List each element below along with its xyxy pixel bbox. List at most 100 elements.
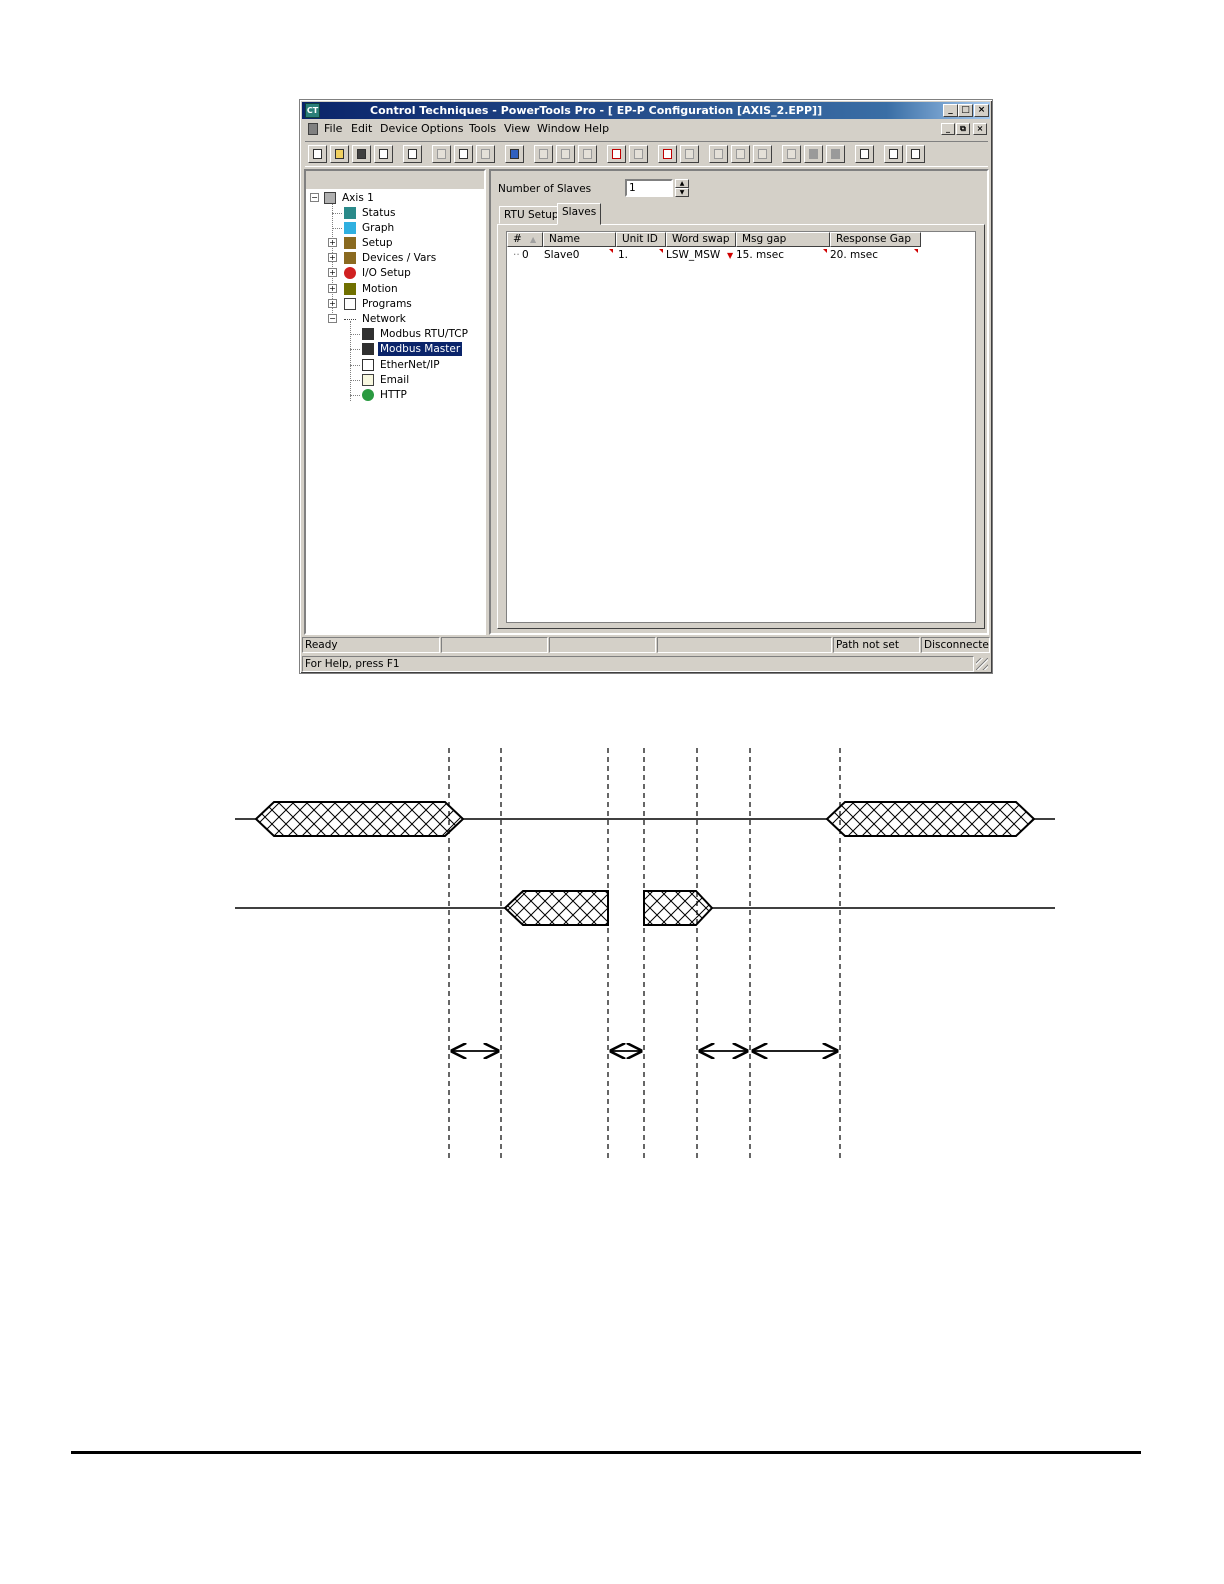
status-pane-empty [657, 637, 832, 653]
remove-button[interactable] [556, 145, 575, 163]
run-button[interactable] [826, 145, 845, 163]
insert-button[interactable] [534, 145, 553, 163]
tab-slaves[interactable]: Slaves [557, 203, 602, 225]
menu-window[interactable]: Window [537, 120, 580, 138]
tree-connector [350, 334, 360, 335]
spin-up-icon[interactable]: ▲ [675, 179, 689, 188]
expand-icon[interactable]: + [328, 284, 337, 293]
tree-label: HTTP [380, 389, 407, 401]
status-pane-empty [549, 637, 656, 653]
watch-button[interactable] [731, 145, 750, 163]
expand-icon[interactable]: + [328, 253, 337, 262]
save-icon [357, 149, 366, 159]
upload-button[interactable] [432, 145, 451, 163]
add-item-button[interactable] [607, 145, 626, 163]
collapse-icon[interactable]: − [310, 193, 319, 202]
menu-edit[interactable]: Edit [351, 120, 372, 138]
dropdown-arrow-icon[interactable]: ▼ [727, 249, 733, 262]
column-header-msg-gap[interactable]: Msg gap [736, 232, 830, 247]
tree-label: Programs [362, 298, 412, 310]
cell-msg-gap[interactable]: 15. msec [736, 249, 784, 262]
menu-view[interactable]: View [504, 120, 530, 138]
menu-options[interactable]: Options [421, 120, 463, 138]
slave-signal [235, 890, 1055, 926]
menu-file[interactable]: File [324, 120, 342, 138]
maximize-button[interactable]: □ [958, 104, 973, 117]
menu-device[interactable]: Device [380, 120, 418, 138]
menu-bar: File Edit Device Options Tools View Wind… [302, 120, 990, 138]
cell-response-gap[interactable]: 20. msec [830, 249, 878, 262]
view-button[interactable] [658, 145, 677, 163]
column-header-name[interactable]: Name [543, 232, 616, 247]
binoculars-button[interactable] [753, 145, 772, 163]
expand-icon[interactable]: + [328, 299, 337, 308]
help-button[interactable] [884, 145, 903, 163]
tree-label: Status [362, 207, 396, 219]
minimize-button[interactable]: _ [943, 104, 958, 117]
expand-icon[interactable]: + [328, 268, 337, 277]
menu-help[interactable]: Help [584, 120, 609, 138]
column-header-unit-id[interactable]: Unit ID [616, 232, 666, 247]
collapse-icon[interactable]: − [328, 314, 337, 323]
remove-icon [561, 149, 570, 159]
column-header-response-gap[interactable]: Response Gap [830, 232, 921, 247]
navigation-tree[interactable]: − Axis 1 Status Graph + Setup + Devices … [304, 169, 486, 635]
download-button[interactable] [454, 145, 473, 163]
close-button[interactable]: × [974, 104, 989, 117]
column-header-word-swap[interactable]: Word swap [666, 232, 736, 247]
context-help-button[interactable] [906, 145, 925, 163]
mdi-close-button[interactable]: × [973, 123, 987, 135]
cell-unit-id[interactable]: 1. [618, 249, 628, 262]
report-icon [685, 149, 694, 159]
cell-name[interactable]: Slave0 [544, 249, 579, 262]
tree-label-selected: Modbus Master [378, 342, 463, 356]
add-item-icon [612, 149, 621, 159]
next-request-block [825, 801, 1036, 837]
stop-icon [809, 149, 818, 159]
remove-item-button[interactable] [629, 145, 648, 163]
tab-rtu-setup[interactable]: RTU Setup [499, 206, 564, 224]
new-button[interactable] [308, 145, 327, 163]
save-button[interactable] [352, 145, 371, 163]
delete-button[interactable] [578, 145, 597, 163]
new-icon [313, 149, 322, 159]
upload-config-icon [408, 149, 417, 159]
mdi-restore-button[interactable]: ⧉ [956, 123, 970, 135]
sync-icon [481, 149, 490, 159]
delete-icon [583, 149, 592, 159]
app-icon[interactable]: CT [305, 103, 320, 118]
time-markers [448, 748, 841, 1160]
device-button[interactable] [782, 145, 801, 163]
open-button[interactable] [330, 145, 349, 163]
view-icon [663, 149, 672, 159]
connect-button[interactable] [505, 145, 524, 163]
help-text: For Help, press F1 [302, 656, 974, 672]
menu-tools[interactable]: Tools [469, 120, 496, 138]
layout-button[interactable] [855, 145, 874, 163]
tree-connector [350, 321, 351, 401]
sort-arrow-icon: ▲ [530, 235, 537, 244]
modbus-icon [362, 328, 374, 340]
tree-label: Graph [362, 222, 395, 234]
modbus-master-icon [362, 343, 374, 355]
master-signal [235, 801, 1055, 837]
column-header-index[interactable]: # ▲ [507, 232, 543, 247]
resize-grip-icon[interactable] [976, 658, 988, 670]
mdi-minimize-button[interactable]: _ [941, 123, 955, 135]
document-icon[interactable] [308, 123, 318, 135]
expand-icon[interactable]: + [328, 238, 337, 247]
zoom-button[interactable] [709, 145, 728, 163]
stop-button[interactable] [804, 145, 823, 163]
tree-connector [350, 395, 360, 396]
report-button[interactable] [680, 145, 699, 163]
io-icon [344, 267, 356, 279]
spin-down-icon[interactable]: ▼ [675, 188, 689, 197]
upload-icon [437, 149, 446, 159]
sync-button[interactable] [476, 145, 495, 163]
number-of-slaves-input[interactable]: 1 [625, 179, 673, 197]
print-button[interactable] [374, 145, 393, 163]
timing-diagram [235, 748, 1055, 1160]
upload-config-button[interactable] [403, 145, 422, 163]
cell-word-swap[interactable]: LSW_MSW [666, 249, 720, 262]
slaves-table[interactable]: # ▲ Name Unit ID Word swap Msg gap Respo… [506, 231, 976, 623]
